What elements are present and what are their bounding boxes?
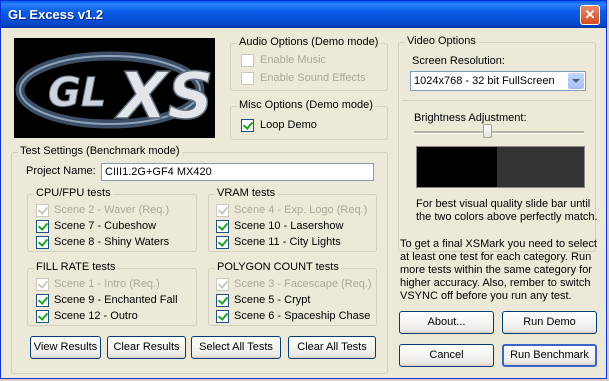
window-title: GL Excess v1.2 xyxy=(8,7,104,22)
brightness-note-line-2: the two colors above perfectly match. xyxy=(416,211,598,223)
cancel-button[interactable]: Cancel xyxy=(399,344,494,367)
clear-results-button[interactable]: Clear Results xyxy=(107,336,186,359)
client-area: GL XS Audio Options (Demo mode) Enable M… xyxy=(4,28,603,377)
scene-11-checkbox[interactable] xyxy=(216,236,229,249)
scene-2-checkbox xyxy=(36,204,49,217)
brightness-slider-track xyxy=(414,131,584,134)
brightness-swatch-dark xyxy=(416,146,497,188)
project-name-input[interactable]: CIII1.2G+GF4 MX420 xyxy=(101,163,374,181)
scene-3-checkbox xyxy=(216,278,229,291)
svg-text:XS: XS xyxy=(114,60,213,134)
scene-9-checkbox[interactable] xyxy=(36,294,49,307)
scene-11-label: Scene 11 - City Lights xyxy=(234,236,341,248)
project-name-label: Project Name: xyxy=(26,165,96,177)
app-window: GL Excess v1.2 ✕ GL XS Audio Options (De… xyxy=(0,0,607,379)
scene-12-checkbox[interactable] xyxy=(36,310,49,323)
brightness-slider-thumb[interactable] xyxy=(483,124,492,138)
enable-sfx-label: Enable Sound Effects xyxy=(260,72,366,84)
screen-resolution-value: 1024x768 - 32 bit FullScreen xyxy=(414,75,555,87)
clear-all-tests-button[interactable]: Clear All Tests xyxy=(288,336,376,359)
about-button[interactable]: About... xyxy=(399,311,494,334)
scene-7-checkbox[interactable] xyxy=(36,220,49,233)
cpu-fpu-tests-legend: CPU/FPU tests xyxy=(34,187,113,199)
enable-music-label: Enable Music xyxy=(260,54,327,66)
run-demo-button[interactable]: Run Demo xyxy=(502,311,597,334)
video-options-legend: Video Options xyxy=(405,35,478,47)
fill-rate-tests-legend: FILL RATE tests xyxy=(34,261,118,273)
misc-options-legend: Misc Options (Demo mode) xyxy=(237,99,375,111)
info-line-1: To get a final XSMark you need to select xyxy=(400,238,597,250)
info-line-4: higher accuracy. Also, rember to switch xyxy=(400,277,591,289)
polygon-count-tests-legend: POLYGON COUNT tests xyxy=(215,261,341,273)
scene-6-label: Scene 6 - Spaceship Chase xyxy=(234,310,371,322)
scene-3-label: Scene 3 - Facescape (Req.) xyxy=(234,278,372,290)
close-button[interactable]: ✕ xyxy=(580,5,600,25)
screen-resolution-label: Screen Resolution: xyxy=(412,55,505,67)
brightness-slider[interactable] xyxy=(414,124,584,138)
run-benchmark-button[interactable]: Run Benchmark xyxy=(502,344,597,367)
scene-8-label: Scene 8 - Shiny Waters xyxy=(54,236,170,248)
glxs-logo: GL XS xyxy=(14,38,215,138)
svg-text:GL: GL xyxy=(48,70,106,116)
test-settings-legend: Test Settings (Benchmark mode) xyxy=(18,145,182,157)
scene-10-label: Scene 10 - Lasershow xyxy=(234,220,344,232)
scene-5-checkbox[interactable] xyxy=(216,294,229,307)
scene-1-checkbox xyxy=(36,278,49,291)
logo-graphic: GL XS xyxy=(15,51,214,135)
scene-6-checkbox[interactable] xyxy=(216,310,229,323)
scene-2-label: Scene 2 - Waver (Req.) xyxy=(54,204,170,216)
loop-demo-label: Loop Demo xyxy=(260,119,317,131)
scene-4-checkbox xyxy=(216,204,229,217)
scene-4-label: Scene 4 - Exp. Logo (Req.) xyxy=(234,204,368,216)
scene-5-label: Scene 5 - Crypt xyxy=(234,294,311,306)
brightness-swatch-reference xyxy=(497,146,585,188)
scene-1-label: Scene 1 - Intro (Req.) xyxy=(54,278,160,290)
loop-demo-checkbox[interactable] xyxy=(241,119,254,132)
enable-sfx-checkbox[interactable] xyxy=(241,72,254,85)
scene-9-label: Scene 9 - Enchanted Fall xyxy=(54,294,178,306)
view-results-button[interactable]: View Results xyxy=(30,336,101,359)
brightness-label: Brightness Adjustment: xyxy=(414,112,527,124)
scene-7-label: Scene 7 - Cubeshow xyxy=(54,220,157,232)
audio-options-legend: Audio Options (Demo mode) xyxy=(237,36,381,48)
info-line-5: VSYNC off before you run any test. xyxy=(400,290,572,302)
screen-resolution-select[interactable]: 1024x768 - 32 bit FullScreen xyxy=(410,71,586,91)
chevron-down-icon[interactable] xyxy=(568,73,584,89)
enable-music-checkbox[interactable] xyxy=(241,54,254,67)
info-line-2: at least one test for each category. Run xyxy=(400,251,592,263)
select-all-tests-button[interactable]: Select All Tests xyxy=(191,336,281,359)
title-bar[interactable]: GL Excess v1.2 ✕ xyxy=(1,1,606,28)
scene-12-label: Scene 12 - Outro xyxy=(54,310,138,322)
info-line-3: more tests within the same category for xyxy=(400,264,592,276)
scene-10-checkbox[interactable] xyxy=(216,220,229,233)
brightness-note-line-1: For best visual quality slide bar until xyxy=(416,198,591,210)
project-name-value: CIII1.2G+GF4 MX420 xyxy=(105,166,212,178)
vram-tests-legend: VRAM tests xyxy=(215,187,278,199)
scene-8-checkbox[interactable] xyxy=(36,236,49,249)
video-divider xyxy=(402,100,592,101)
